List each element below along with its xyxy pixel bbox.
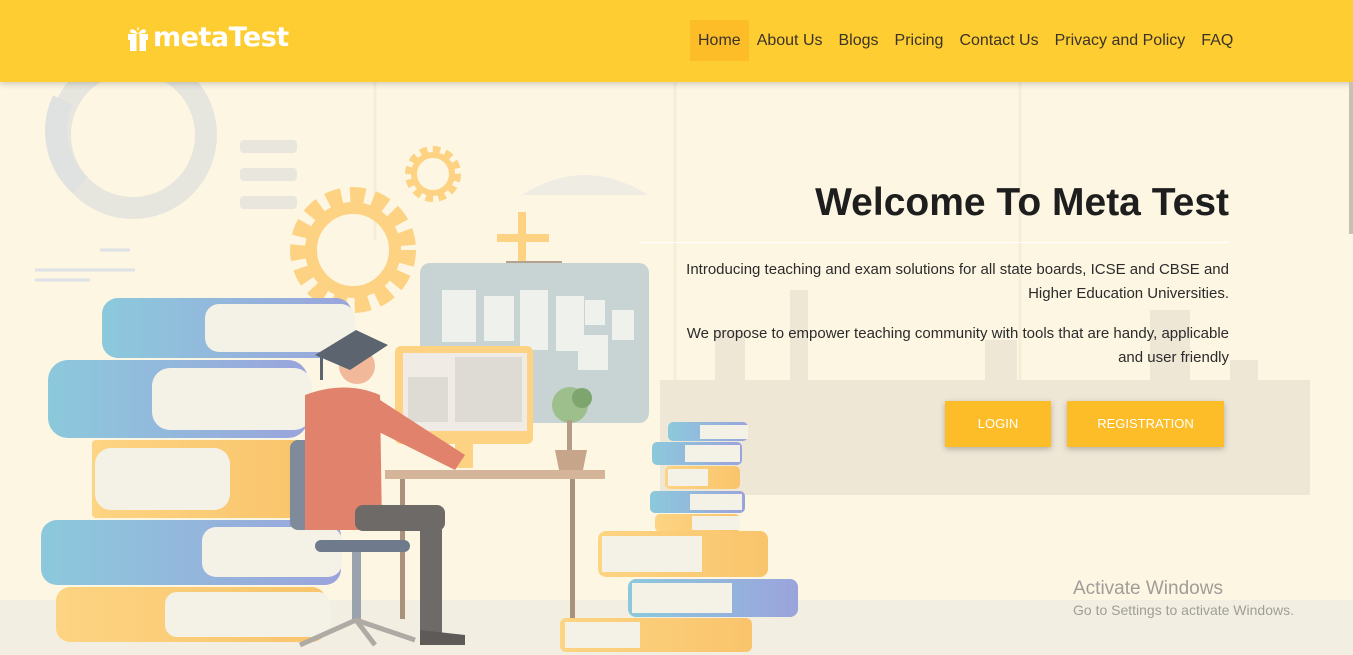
nav-contact-us[interactable]: Contact Us [951,20,1046,61]
watermark-title: Activate Windows [1073,578,1223,599]
nav-faq[interactable]: FAQ [1193,20,1241,61]
nav-home[interactable]: Home [690,20,749,61]
nav-about-us[interactable]: About Us [749,20,831,61]
nav-privacy-policy[interactable]: Privacy and Policy [1047,20,1194,61]
page-scrollbar[interactable] [1349,82,1353,234]
nav-blogs[interactable]: Blogs [831,20,887,61]
hero-paragraph-1: Introducing teaching and exam solutions … [686,261,1229,302]
windows-activation-watermark: Activate Windows Go to Settings to activ… [1073,578,1294,618]
hero-paragraph-2: We propose to empower teaching community… [686,325,1229,366]
registration-button[interactable]: REGISTRATION [1067,401,1224,447]
main-nav: Home About Us Blogs Pricing Contact Us P… [690,20,1241,61]
title-divider [640,242,1229,243]
hero-title: Welcome To Meta Test [815,181,1229,224]
nav-pricing[interactable]: Pricing [887,20,952,61]
login-button[interactable]: LOGIN [945,401,1051,447]
brand-logo[interactable]: metaTest [127,22,289,53]
brand-name: metaTest [153,22,289,53]
top-navbar: metaTest Home About Us Blogs Pricing Con… [0,0,1353,82]
gift-logo-icon [128,25,148,51]
watermark-subtitle: Go to Settings to activate Windows. [1073,602,1294,618]
